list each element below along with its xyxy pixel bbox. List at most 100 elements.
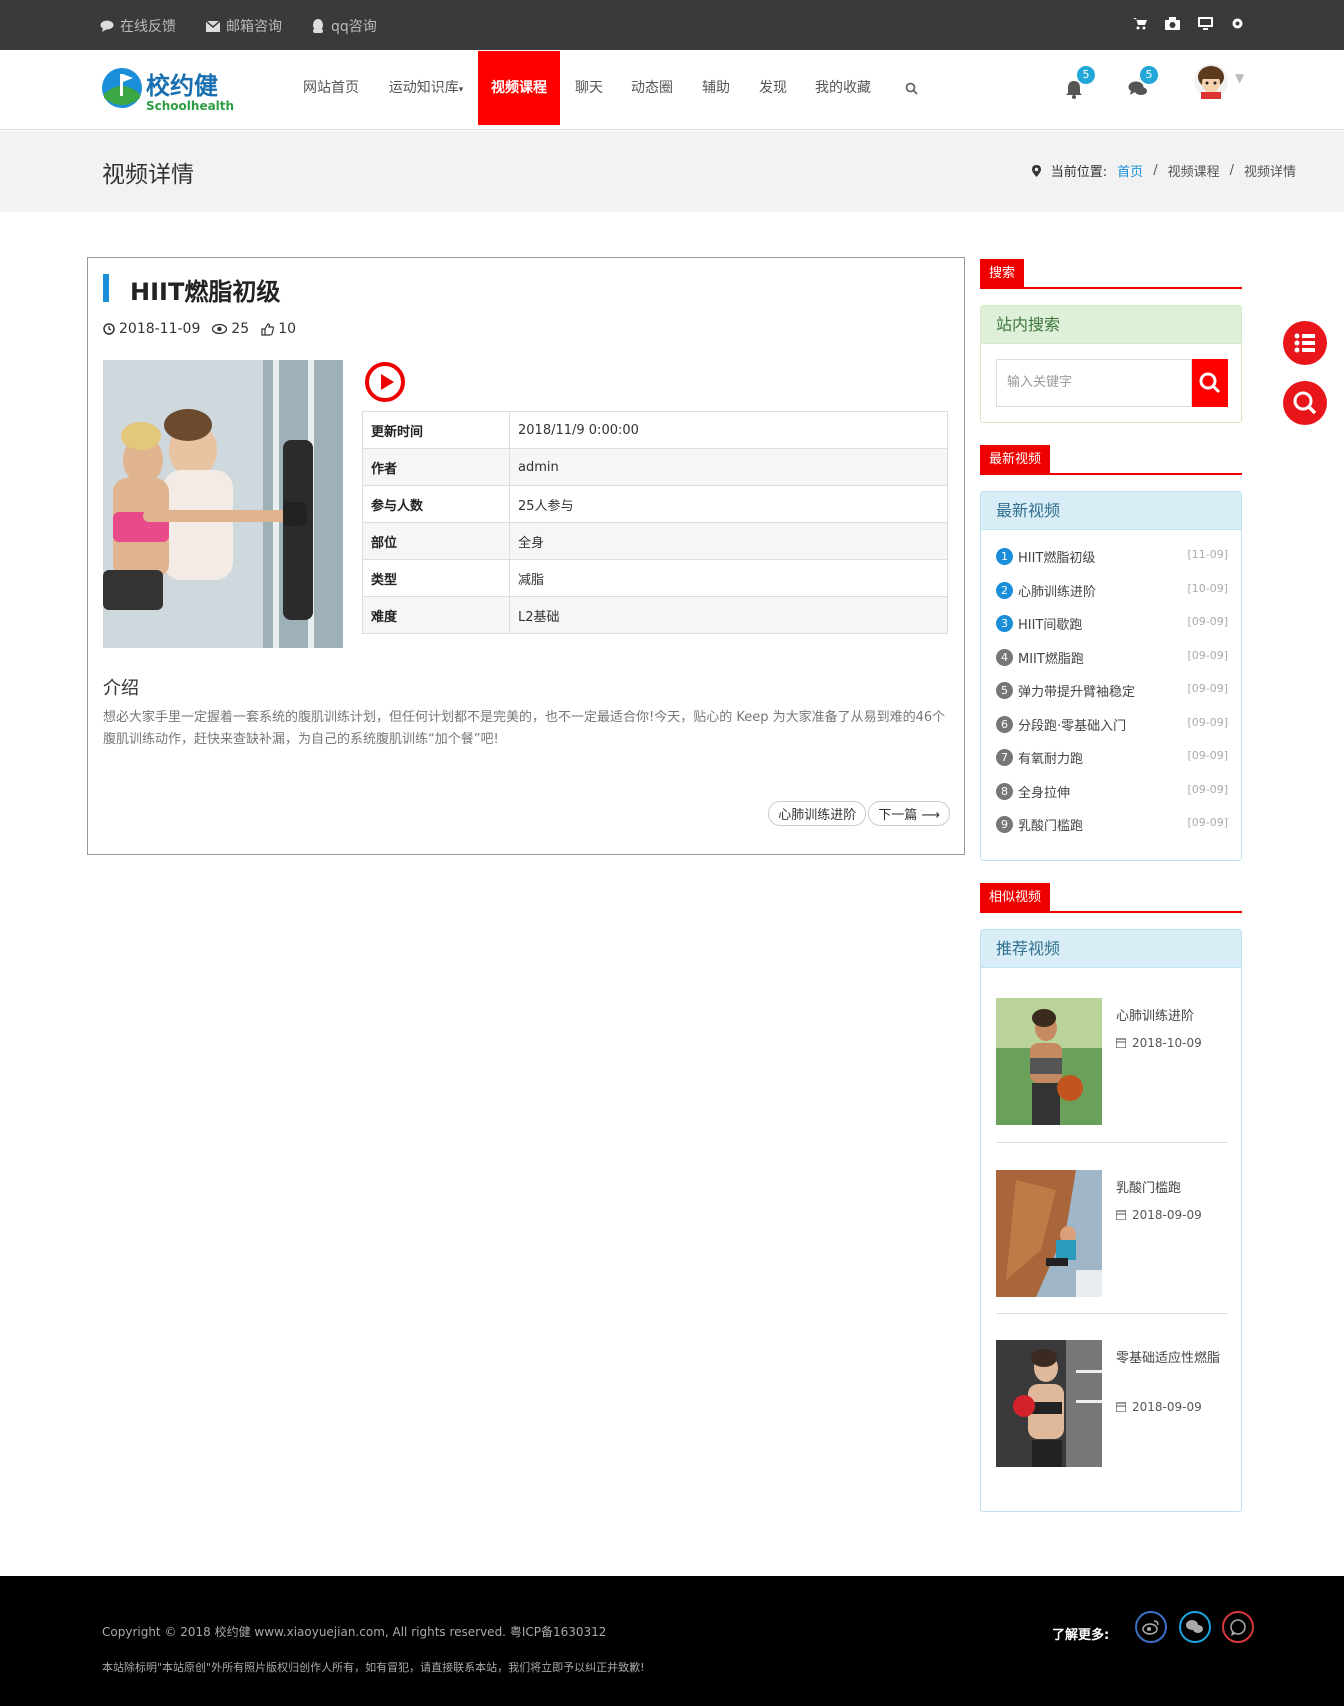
list-item-title[interactable]: 弹力带提升臂袖稳定 — [1018, 681, 1135, 700]
recommended-item[interactable]: 零基础适应性燃脂 2018-09-09 — [996, 1340, 1228, 1467]
divider — [996, 1313, 1228, 1314]
recommended-date-row: 2018-09-09 — [1116, 1208, 1202, 1222]
video-date: 2018-11-09 — [119, 321, 201, 337]
search-icon — [1199, 372, 1221, 394]
nav-chat[interactable]: 聊天 — [568, 50, 610, 126]
qq-link[interactable]: qq咨询 — [311, 16, 377, 36]
list-item[interactable]: 4 MIIT燃脂跑 [09-09] — [996, 646, 1228, 668]
list-item-title[interactable]: 有氧耐力跑 — [1018, 748, 1083, 767]
list-item[interactable]: 9 乳酸门槛跑 [09-09] — [996, 813, 1228, 835]
copyright-notice: 本站除标明"本站原创"外所有照片版权归创作人所有，如有冒犯，请直接联系本站，我们… — [102, 1661, 645, 1674]
nav-favorites[interactable]: 我的收藏 — [810, 50, 876, 126]
nav-assist[interactable]: 辅助 — [695, 50, 737, 126]
breadcrumb-video-courses[interactable]: 视频课程 — [1168, 161, 1220, 180]
map-marker-icon — [1031, 164, 1041, 177]
page-header: 视频详情 当前位置: 首页 / 视频课程 / 视频详情 — [0, 131, 1344, 212]
list-item-number: 5 — [996, 682, 1013, 699]
nav-search[interactable] — [898, 50, 924, 126]
list-item[interactable]: 8 全身拉伸 [09-09] — [996, 780, 1228, 802]
feedback-link[interactable]: 在线反馈 — [100, 16, 176, 36]
search-button[interactable] — [1192, 359, 1228, 407]
list-item-title[interactable]: HIIT间歇跑 — [1018, 614, 1082, 633]
search-icon — [905, 82, 918, 95]
recommended-item[interactable]: 乳酸门槛跑 2018-09-09 — [996, 1170, 1228, 1297]
gear-icon[interactable] — [1231, 17, 1244, 30]
list-item-date: [09-09] — [1187, 816, 1228, 829]
main-navbar: 校约健 Schoolhealth 网站首页 运动知识库▾ 视频课程 聊天 动态圈… — [0, 50, 1344, 130]
table-row: 参与人数 25人参与 — [362, 485, 948, 523]
eye-icon — [212, 324, 228, 334]
list-item[interactable]: 1 HIIT燃脂初级 [11-09] — [996, 545, 1228, 567]
whatsapp-button[interactable] — [1222, 1611, 1254, 1643]
nav-home[interactable]: 网站首页 — [296, 50, 366, 126]
recommended-thumbnail[interactable] — [996, 1170, 1102, 1297]
video-likes: 10 — [278, 321, 297, 337]
recommended-title[interactable]: 零基础适应性燃脂 — [1116, 1348, 1228, 1370]
weibo-button[interactable] — [1135, 1611, 1167, 1643]
list-item-date: [09-09] — [1187, 782, 1228, 796]
video-cover-image[interactable] — [103, 360, 343, 648]
cart-icon[interactable] — [1133, 17, 1147, 30]
recommended-panel: 推荐视频 心肺训练进阶 2018-10-09 乳酸门槛跑 2018-09-09 … — [980, 929, 1242, 1512]
site-logo[interactable]: 校约健 Schoolhealth — [100, 64, 250, 114]
list-item-title[interactable]: 分段跑·零基础入门 — [1018, 715, 1126, 734]
breadcrumb-home[interactable]: 首页 — [1117, 161, 1143, 180]
svg-text:Schoolhealth: Schoolhealth — [146, 99, 234, 113]
email-link[interactable]: 邮箱咨询 — [206, 16, 282, 36]
list-item-number: 6 — [996, 715, 1013, 733]
list-item[interactable]: 2 心肺训练进阶 [10-09] — [996, 579, 1228, 601]
play-button[interactable] — [365, 362, 405, 402]
notification-button[interactable]: 5 — [1065, 66, 1095, 103]
recommended-thumbnail[interactable] — [996, 1340, 1102, 1467]
svg-text:校约健: 校约健 — [146, 72, 218, 100]
list-item-number: 4 — [996, 648, 1013, 666]
nav-knowledge[interactable]: 运动知识库▾ — [381, 50, 471, 126]
nav-moments[interactable]: 动态圈 — [622, 50, 682, 126]
recommended-date: 2018-10-09 — [1132, 1036, 1202, 1050]
info-key: 类型 — [362, 559, 510, 597]
recommended-title[interactable]: 心肺训练进阶 — [1116, 1006, 1228, 1028]
bell-icon — [1066, 81, 1082, 99]
breadcrumb: 当前位置: 首页 / 视频课程 / 视频详情 — [1031, 161, 1296, 180]
messages-badge: 5 — [1140, 66, 1158, 84]
avatar — [1194, 64, 1228, 99]
next-post-label: 下一篇 — [878, 808, 918, 823]
list-item-title[interactable]: 乳酸门槛跑 — [1018, 815, 1083, 834]
search-panel: 站内搜索 输入关键字 — [980, 305, 1242, 423]
list-item-title[interactable]: HIIT燃脂初级 — [1018, 547, 1095, 566]
search-input[interactable]: 输入关键字 — [996, 359, 1192, 407]
next-post-button[interactable]: 下一篇 ⟶ — [868, 801, 950, 826]
list-item[interactable]: 5 弹力带提升臂袖稳定 [09-09] — [996, 679, 1228, 701]
recommended-date: 2018-09-09 — [1132, 1400, 1202, 1414]
divider — [996, 1142, 1228, 1143]
top-bar: 在线反馈 邮箱咨询 qq咨询 — [0, 0, 1344, 50]
monitor-icon[interactable] — [1198, 17, 1213, 30]
list-item-title[interactable]: 心肺训练进阶 — [1018, 581, 1096, 600]
video-meta: 2018-11-09 25 10 — [103, 321, 296, 337]
prev-post-button[interactable]: 心肺训练进阶 — [768, 801, 867, 826]
camera-icon[interactable] — [1165, 17, 1180, 30]
info-key: 作者 — [362, 448, 510, 486]
latest-videos-panel: 最新视频 1 HIIT燃脂初级 [11-09] 2 心肺训练进阶 [10-09] 3 HIIT… — [980, 491, 1242, 861]
info-key: 难度 — [362, 596, 510, 634]
list-item[interactable]: 6 分段跑·零基础入门 [09-09] — [996, 713, 1228, 735]
wechat-button[interactable] — [1179, 1611, 1211, 1643]
list-item-date: [09-09] — [1187, 615, 1228, 628]
messages-button[interactable]: 5 — [1128, 66, 1158, 102]
notification-badge: 5 — [1077, 66, 1095, 84]
recommended-item[interactable]: 心肺训练进阶 2018-10-09 — [996, 998, 1228, 1125]
list-item[interactable]: 7 有氧耐力跑 [09-09] — [996, 746, 1228, 768]
list-item-title[interactable]: 全身拉伸 — [1018, 782, 1070, 801]
user-menu[interactable]: ▼ — [1193, 63, 1244, 103]
list-menu-button[interactable] — [1283, 321, 1327, 365]
list-item-number: 8 — [996, 782, 1013, 800]
list-item-title[interactable]: MIIT燃脂跑 — [1018, 648, 1084, 667]
recommended-thumbnail[interactable] — [996, 998, 1102, 1125]
page-title: 视频详情 — [102, 162, 194, 188]
floating-search-button[interactable] — [1283, 381, 1327, 425]
list-item[interactable]: 3 HIIT间歇跑 [09-09] — [996, 612, 1228, 634]
nav-video-courses[interactable]: 视频课程 — [478, 51, 560, 125]
post-pager: 心肺训练进阶 下一篇 ⟶ — [768, 801, 950, 826]
nav-discover[interactable]: 发现 — [752, 50, 794, 126]
recommended-title[interactable]: 乳酸门槛跑 — [1116, 1178, 1228, 1200]
